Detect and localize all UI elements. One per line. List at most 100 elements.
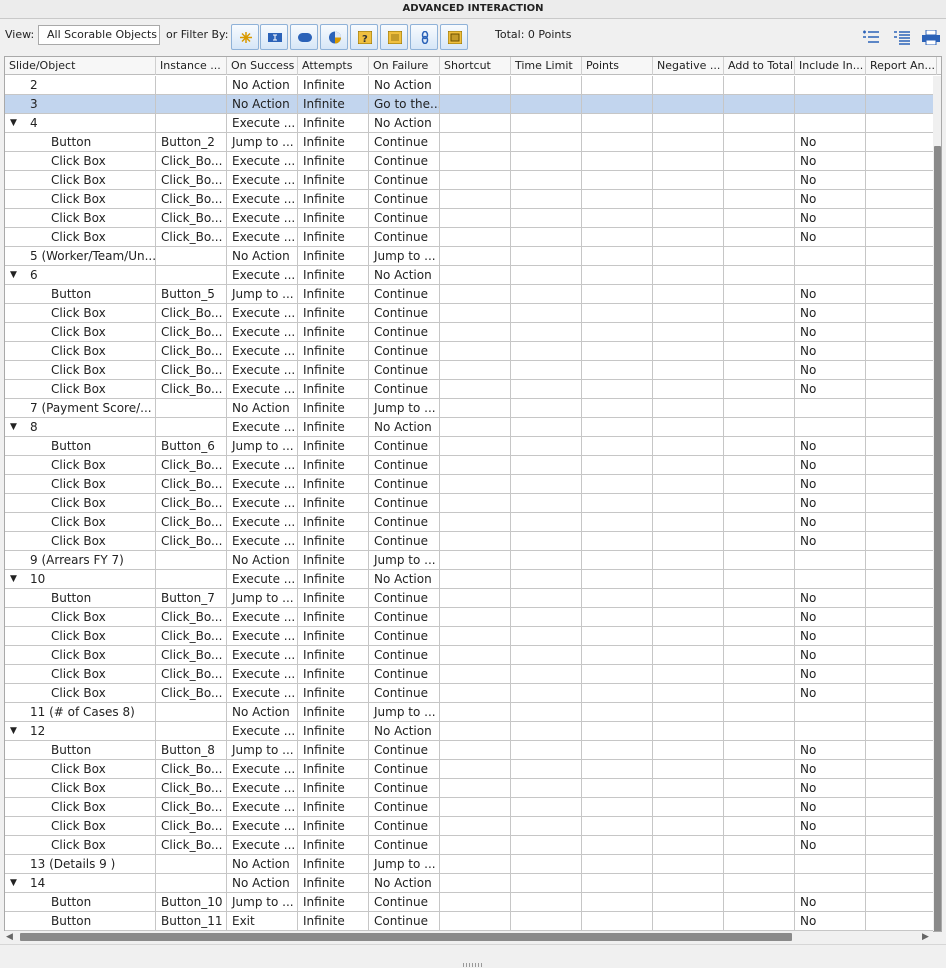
col-on-failure-cell[interactable]: Continue: [369, 893, 440, 912]
col-add-to-total-cell[interactable]: [724, 456, 795, 475]
object-row[interactable]: Click Box Click_Bo... Execute ... Infinite C…: [5, 779, 937, 798]
text-entry-filter-button[interactable]: [260, 24, 288, 50]
col-add-to-total-cell[interactable]: [724, 152, 795, 171]
col-shortcut-cell[interactable]: [440, 817, 511, 836]
object-row[interactable]: Click Box Click_Bo... Execute ... Infinite C…: [5, 532, 937, 551]
col-time-limit-cell[interactable]: [511, 513, 582, 532]
col-negative-cell[interactable]: [653, 760, 724, 779]
col-points-cell[interactable]: [582, 380, 653, 399]
col-report-answers-cell[interactable]: [866, 494, 937, 513]
col-on-failure-cell[interactable]: Continue: [369, 209, 440, 228]
col-add-to-total-cell[interactable]: [724, 114, 795, 133]
col-report-answers-cell[interactable]: [866, 342, 937, 361]
col-points-cell[interactable]: [582, 817, 653, 836]
col-slide-object-cell[interactable]: 11 (# of Cases 8): [5, 703, 156, 722]
col-add-to-total-cell[interactable]: [724, 228, 795, 247]
col-points-cell[interactable]: [582, 209, 653, 228]
col-instance-cell[interactable]: Click_Bo...: [156, 513, 227, 532]
col-include-in-cell[interactable]: No: [795, 741, 866, 760]
col-points-cell[interactable]: [582, 418, 653, 437]
col-on-failure-cell[interactable]: No Action: [369, 570, 440, 589]
col-include-in-cell[interactable]: No: [795, 665, 866, 684]
col-on-failure-cell[interactable]: Continue: [369, 760, 440, 779]
col-slide-object-cell[interactable]: Click Box: [5, 209, 156, 228]
col-on-success-cell[interactable]: No Action: [227, 76, 298, 95]
object-row[interactable]: Click Box Click_Bo... Execute ... Infinite C…: [5, 665, 937, 684]
col-on-success-cell[interactable]: Execute ...: [227, 228, 298, 247]
col-on-success-cell[interactable]: Execute ...: [227, 836, 298, 855]
col-include-in-cell[interactable]: No: [795, 589, 866, 608]
col-attempts-cell[interactable]: Infinite: [298, 836, 369, 855]
col-on-success-cell[interactable]: Execute ...: [227, 266, 298, 285]
col-include-in-cell[interactable]: [795, 855, 866, 874]
col-instance-cell[interactable]: [156, 266, 227, 285]
vertical-scrollbar[interactable]: [933, 76, 941, 931]
col-slide-object-cell[interactable]: Button: [5, 589, 156, 608]
col-attempts-cell[interactable]: Infinite: [298, 475, 369, 494]
col-include-in-cell[interactable]: No: [795, 513, 866, 532]
col-report-answers-cell[interactable]: [866, 95, 937, 114]
col-attempts-cell[interactable]: Infinite: [298, 152, 369, 171]
col-points-cell[interactable]: [582, 456, 653, 475]
link-filter-button[interactable]: [410, 24, 438, 50]
col-instance-cell[interactable]: Click_Bo...: [156, 798, 227, 817]
col-report-answers-cell[interactable]: [866, 361, 937, 380]
col-instance-cell[interactable]: [156, 114, 227, 133]
col-attempts-cell[interactable]: Infinite: [298, 741, 369, 760]
col-report-answers-cell[interactable]: [866, 171, 937, 190]
col-instance-cell[interactable]: [156, 874, 227, 893]
col-report-answers-cell[interactable]: [866, 304, 937, 323]
slide-row[interactable]: 12 Execute ... Infinite No Action ▼: [5, 722, 937, 741]
col-add-to-total-cell[interactable]: [724, 722, 795, 741]
object-row[interactable]: Click Box Click_Bo... Execute ... Infinite C…: [5, 171, 937, 190]
col-on-failure-cell[interactable]: No Action: [369, 722, 440, 741]
col-attempts-cell[interactable]: Infinite: [298, 779, 369, 798]
object-row[interactable]: Click Box Click_Bo... Execute ... Infinite C…: [5, 152, 937, 171]
col-shortcut-cell[interactable]: [440, 380, 511, 399]
object-row[interactable]: Button Button_6 Jump to ... Infinite Continu…: [5, 437, 937, 456]
col-report-answers-cell[interactable]: [866, 760, 937, 779]
col-points-cell[interactable]: [582, 76, 653, 95]
col-instance-cell[interactable]: [156, 418, 227, 437]
col-report-answers-cell[interactable]: [866, 513, 937, 532]
col-slide-object-cell[interactable]: Click Box: [5, 494, 156, 513]
col-attempts-cell[interactable]: Infinite: [298, 532, 369, 551]
col-instance-header[interactable]: Instance ...: [156, 57, 227, 75]
col-attempts-cell[interactable]: Infinite: [298, 912, 369, 931]
col-points-cell[interactable]: [582, 912, 653, 931]
col-on-failure-cell[interactable]: Jump to ...: [369, 551, 440, 570]
col-report-answers-cell[interactable]: [866, 152, 937, 171]
col-points-cell[interactable]: [582, 589, 653, 608]
col-add-to-total-cell[interactable]: [724, 76, 795, 95]
col-include-in-cell[interactable]: [795, 114, 866, 133]
col-negative-cell[interactable]: [653, 114, 724, 133]
col-points-cell[interactable]: [582, 684, 653, 703]
col-on-success-cell[interactable]: Execute ...: [227, 722, 298, 741]
col-slide-object-cell[interactable]: 7 (Payment Score/...: [5, 399, 156, 418]
col-on-success-cell[interactable]: No Action: [227, 703, 298, 722]
col-on-success-cell[interactable]: Execute ...: [227, 171, 298, 190]
col-add-to-total-header[interactable]: Add to Total: [724, 57, 795, 75]
col-include-in-cell[interactable]: No: [795, 836, 866, 855]
slide-row[interactable]: 9 (Arrears FY 7) No Action Infinite Jump to…: [5, 551, 937, 570]
slide-row[interactable]: 7 (Payment Score/... No Action Infinite Jum…: [5, 399, 937, 418]
col-slide-object-cell[interactable]: Click Box: [5, 627, 156, 646]
col-instance-cell[interactable]: Click_Bo...: [156, 228, 227, 247]
col-slide-object-cell[interactable]: 10: [5, 570, 156, 589]
col-add-to-total-cell[interactable]: [724, 589, 795, 608]
col-shortcut-cell[interactable]: [440, 589, 511, 608]
col-points-cell[interactable]: [582, 665, 653, 684]
col-on-success-cell[interactable]: Jump to ...: [227, 741, 298, 760]
col-on-success-cell[interactable]: No Action: [227, 247, 298, 266]
col-on-success-cell[interactable]: Execute ...: [227, 494, 298, 513]
col-report-answers-cell[interactable]: [866, 646, 937, 665]
col-negative-cell[interactable]: [653, 133, 724, 152]
col-time-limit-cell[interactable]: [511, 247, 582, 266]
col-shortcut-cell[interactable]: [440, 836, 511, 855]
col-add-to-total-cell[interactable]: [724, 646, 795, 665]
object-row[interactable]: Button Button_7 Jump to ... Infinite Continu…: [5, 589, 937, 608]
col-slide-object-cell[interactable]: Button: [5, 133, 156, 152]
col-shortcut-cell[interactable]: [440, 646, 511, 665]
col-slide-object-cell[interactable]: 9 (Arrears FY 7): [5, 551, 156, 570]
object-row[interactable]: Click Box Click_Bo... Execute ... Infinite C…: [5, 760, 937, 779]
